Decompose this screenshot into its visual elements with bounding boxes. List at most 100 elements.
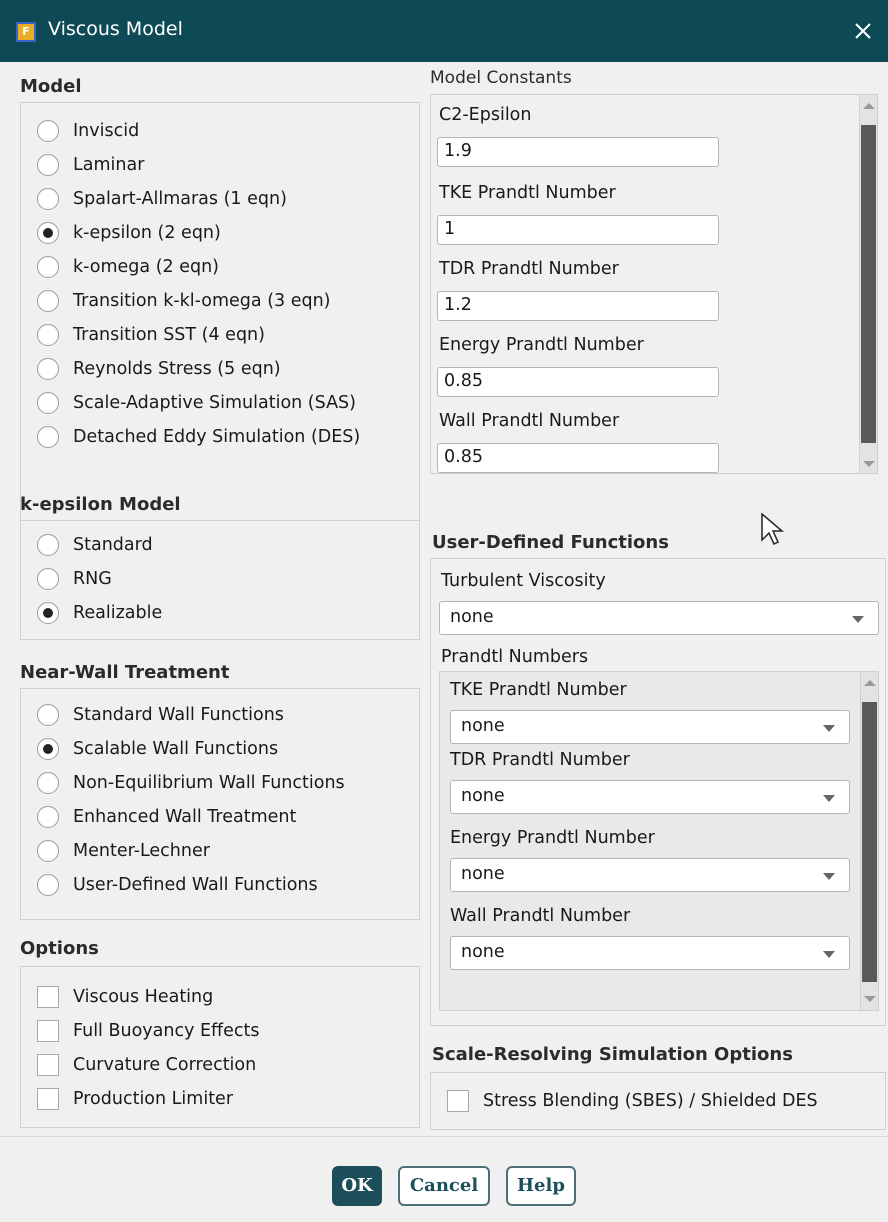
dropdown-value: none bbox=[461, 786, 505, 806]
prandtl-label: TKE Prandtl Number bbox=[450, 680, 627, 700]
option-curvature-correction[interactable]: Curvature Correction bbox=[37, 1051, 256, 1079]
chevron-down-icon bbox=[823, 725, 835, 732]
radio-button[interactable] bbox=[37, 154, 59, 176]
near-wall-option-label: Enhanced Wall Treatment bbox=[73, 807, 297, 827]
model-option-transition-k-kl-omega[interactable]: Transition k-kl-omega (3 eqn) bbox=[37, 287, 331, 315]
radio-button[interactable] bbox=[37, 806, 59, 828]
wall-prandtl-dropdown[interactable]: none bbox=[450, 936, 850, 970]
help-button[interactable]: Help bbox=[506, 1166, 576, 1206]
k-epsilon-option-rng[interactable]: RNG bbox=[37, 565, 112, 593]
near-wall-option-scalable[interactable]: Scalable Wall Functions bbox=[37, 735, 278, 763]
radio-button[interactable] bbox=[37, 290, 59, 312]
radio-button[interactable] bbox=[37, 704, 59, 726]
tke-prandtl-input[interactable]: 1 bbox=[437, 215, 719, 245]
c2-epsilon-input[interactable]: 1.9 bbox=[437, 137, 719, 167]
radio-button[interactable] bbox=[37, 840, 59, 862]
chevron-down-icon bbox=[823, 795, 835, 802]
stress-blending-option[interactable]: Stress Blending (SBES) / Shielded DES bbox=[447, 1087, 818, 1115]
window-title: Viscous Model bbox=[48, 18, 183, 40]
model-option-k-epsilon[interactable]: k-epsilon (2 eqn) bbox=[37, 219, 221, 247]
option-full-buoyancy[interactable]: Full Buoyancy Effects bbox=[37, 1017, 259, 1045]
scroll-thumb[interactable] bbox=[861, 125, 876, 443]
radio-button[interactable] bbox=[37, 256, 59, 278]
scroll-up-icon[interactable] bbox=[861, 672, 878, 694]
tke-prandtl-dropdown[interactable]: none bbox=[450, 710, 850, 744]
near-wall-option-label: User-Defined Wall Functions bbox=[73, 875, 318, 895]
dialog-body: Model Inviscid Laminar Spalart-Allmaras … bbox=[0, 62, 888, 1222]
k-epsilon-option-standard[interactable]: Standard bbox=[37, 531, 153, 559]
near-wall-option-menter-lechner[interactable]: Menter-Lechner bbox=[37, 837, 210, 865]
radio-button[interactable] bbox=[37, 188, 59, 210]
near-wall-option-enhanced[interactable]: Enhanced Wall Treatment bbox=[37, 803, 296, 831]
model-option-inviscid[interactable]: Inviscid bbox=[37, 117, 139, 145]
radio-button[interactable] bbox=[37, 534, 59, 556]
radio-button[interactable] bbox=[37, 426, 59, 448]
tdr-prandtl-dropdown[interactable]: none bbox=[450, 780, 850, 814]
radio-button[interactable] bbox=[37, 568, 59, 590]
options-section-title: Options bbox=[20, 938, 99, 959]
prandtl-label: Wall Prandtl Number bbox=[450, 906, 631, 926]
checkbox[interactable] bbox=[37, 1088, 59, 1110]
model-option-des[interactable]: Detached Eddy Simulation (DES) bbox=[37, 423, 360, 451]
prandtl-numbers-title: Prandtl Numbers bbox=[441, 647, 589, 667]
constant-label: C2-Epsilon bbox=[439, 105, 532, 125]
chevron-down-icon bbox=[823, 873, 835, 880]
model-option-laminar[interactable]: Laminar bbox=[37, 151, 144, 179]
k-epsilon-group: Standard RNG Realizable bbox=[20, 520, 420, 640]
model-constants-scrollbar[interactable] bbox=[859, 95, 877, 473]
model-option-spalart-allmaras[interactable]: Spalart-Allmaras (1 eqn) bbox=[37, 185, 287, 213]
near-wall-option-standard[interactable]: Standard Wall Functions bbox=[37, 701, 284, 729]
scroll-thumb[interactable] bbox=[862, 702, 877, 982]
checkbox[interactable] bbox=[37, 1020, 59, 1042]
srs-group: Stress Blending (SBES) / Shielded DES bbox=[430, 1072, 886, 1130]
tdr-prandtl-input[interactable]: 1.2 bbox=[437, 291, 719, 321]
scroll-down-icon[interactable] bbox=[861, 988, 878, 1010]
model-option-sas[interactable]: Scale-Adaptive Simulation (SAS) bbox=[37, 389, 356, 417]
energy-prandtl-input[interactable]: 0.85 bbox=[437, 367, 719, 397]
option-label: Production Limiter bbox=[73, 1089, 234, 1109]
prandtl-numbers-panel: TKE Prandtl Number none TDR Prandtl Numb… bbox=[439, 671, 879, 1011]
cancel-button[interactable]: Cancel bbox=[398, 1166, 490, 1206]
wall-prandtl-input[interactable]: 0.85 bbox=[437, 443, 719, 473]
radio-button[interactable] bbox=[37, 874, 59, 896]
model-section-title: Model bbox=[20, 76, 82, 97]
constant-label: TDR Prandtl Number bbox=[439, 259, 619, 279]
radio-button[interactable] bbox=[37, 358, 59, 380]
constant-label: Energy Prandtl Number bbox=[439, 335, 644, 355]
radio-button[interactable] bbox=[37, 120, 59, 142]
close-button[interactable] bbox=[848, 14, 878, 48]
near-wall-option-user-defined[interactable]: User-Defined Wall Functions bbox=[37, 871, 318, 899]
model-option-reynolds-stress[interactable]: Reynolds Stress (5 eqn) bbox=[37, 355, 281, 383]
prandtl-label: TDR Prandtl Number bbox=[450, 750, 630, 770]
dropdown-value: none bbox=[461, 942, 505, 962]
stress-blending-label: Stress Blending (SBES) / Shielded DES bbox=[483, 1091, 818, 1111]
model-constants-panel: C2-Epsilon 1.9 TKE Prandtl Number 1 TDR … bbox=[430, 94, 878, 474]
k-epsilon-option-realizable[interactable]: Realizable bbox=[37, 599, 162, 627]
checkbox[interactable] bbox=[447, 1090, 469, 1112]
model-option-label: Transition SST (4 eqn) bbox=[73, 325, 265, 345]
ok-button[interactable]: OK bbox=[332, 1166, 382, 1206]
option-viscous-heating[interactable]: Viscous Heating bbox=[37, 983, 213, 1011]
checkbox[interactable] bbox=[37, 986, 59, 1008]
turbulent-viscosity-dropdown[interactable]: none bbox=[439, 601, 879, 635]
near-wall-option-non-equilibrium[interactable]: Non-Equilibrium Wall Functions bbox=[37, 769, 345, 797]
option-production-limiter[interactable]: Production Limiter bbox=[37, 1085, 233, 1113]
radio-button[interactable] bbox=[37, 772, 59, 794]
radio-button[interactable] bbox=[37, 324, 59, 346]
prandtl-scrollbar[interactable] bbox=[860, 672, 878, 1010]
model-option-label: Reynolds Stress (5 eqn) bbox=[73, 359, 281, 379]
model-constants-title: Model Constants bbox=[430, 68, 572, 88]
model-option-label: Transition k-kl-omega (3 eqn) bbox=[73, 291, 331, 311]
radio-button-selected[interactable] bbox=[37, 602, 59, 624]
model-option-transition-sst[interactable]: Transition SST (4 eqn) bbox=[37, 321, 265, 349]
radio-button[interactable] bbox=[37, 392, 59, 414]
scroll-down-icon[interactable] bbox=[860, 453, 877, 473]
prandtl-label: Energy Prandtl Number bbox=[450, 828, 655, 848]
radio-button-selected[interactable] bbox=[37, 222, 59, 244]
radio-button-selected[interactable] bbox=[37, 738, 59, 760]
constant-label: TKE Prandtl Number bbox=[439, 183, 616, 203]
energy-prandtl-dropdown[interactable]: none bbox=[450, 858, 850, 892]
scroll-up-icon[interactable] bbox=[860, 95, 877, 117]
model-option-k-omega[interactable]: k-omega (2 eqn) bbox=[37, 253, 219, 281]
checkbox[interactable] bbox=[37, 1054, 59, 1076]
